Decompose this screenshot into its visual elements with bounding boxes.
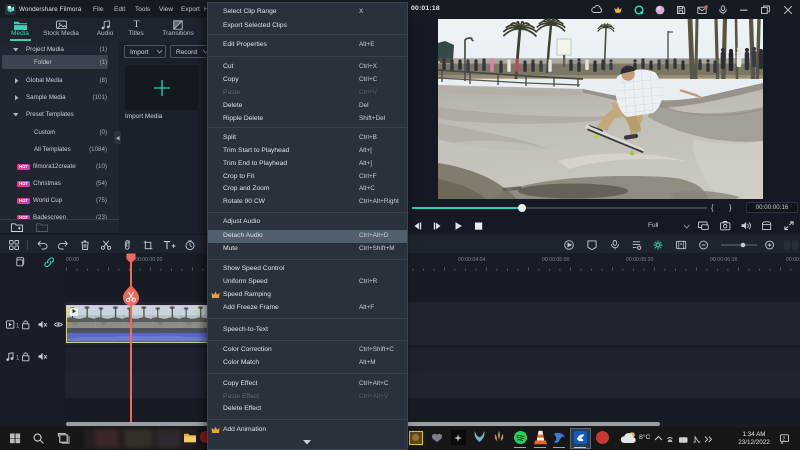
svg-text:1: 1 [16, 356, 20, 362]
svg-text:1: 1 [16, 324, 20, 330]
svg-text:2: 2 [783, 436, 786, 442]
